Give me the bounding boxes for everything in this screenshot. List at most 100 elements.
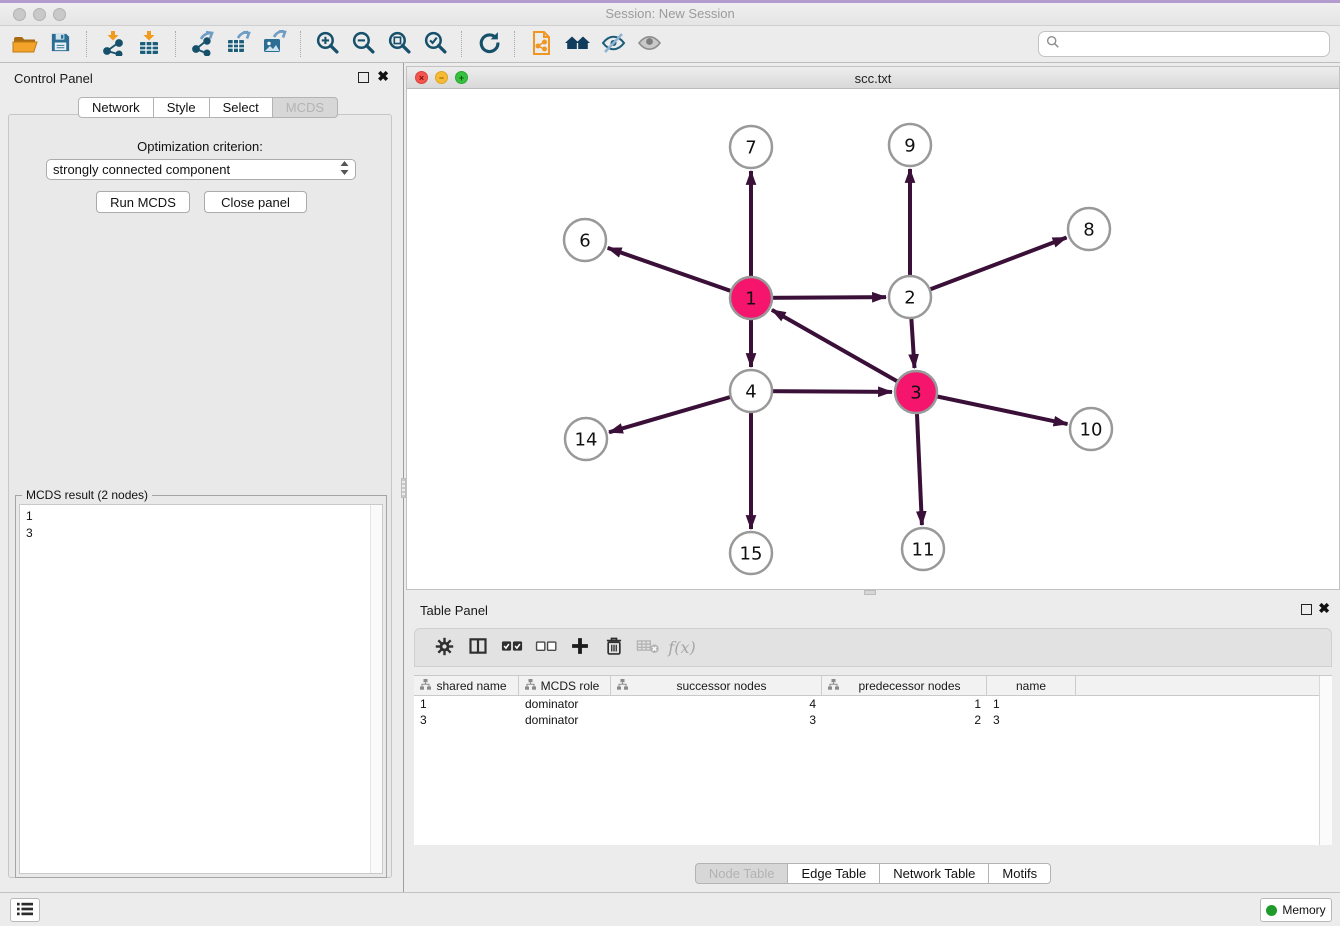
function-builder-button[interactable]: f(x) [665,632,699,664]
zoom-fit-button[interactable] [381,28,417,60]
control-tab-network[interactable]: Network [78,97,154,118]
control-tab-select[interactable]: Select [210,97,273,118]
mcds-panel: Optimization criterion: strongly connect… [8,114,392,878]
open-session-button[interactable] [6,28,42,60]
graph-node-label-11: 11 [912,539,935,560]
column-label: MCDS role [536,679,610,693]
task-history-button[interactable] [10,898,40,922]
status-bar: Memory [0,892,1340,926]
show-hide-columns-button[interactable] [461,632,495,664]
optimization-criterion-select[interactable]: strongly connected component [46,159,356,180]
hide-graphics-details-button[interactable] [595,28,631,60]
list-icon [16,901,34,920]
table-cell[interactable]: 2 [822,712,987,728]
table-cell[interactable]: 4 [611,696,822,712]
toolbar-separator [514,31,515,57]
zoom-out-button[interactable] [345,28,381,60]
plus-icon [570,636,590,659]
table-cell[interactable]: dominator [519,696,611,712]
network-file-icon [528,30,554,59]
column-label: name [993,679,1075,693]
table-cell[interactable]: 1 [987,696,1076,712]
table-cell[interactable]: dominator [519,712,611,728]
table-scrollbar[interactable] [1319,676,1332,845]
mcds-result-line: 3 [26,525,382,542]
toolbar-separator [175,31,176,57]
control-tab-style[interactable]: Style [154,97,210,118]
gear-icon [435,637,454,659]
column-header-name[interactable]: name [987,676,1076,696]
deselect-all-button[interactable] [529,632,563,664]
show-graphics-details-button[interactable] [631,28,667,60]
hierarchy-icon [828,679,839,693]
zoom-fit-icon [387,30,412,58]
table-cell[interactable]: 1 [414,696,519,712]
columns-icon [468,636,488,659]
unchecked-boxes-icon [535,637,557,658]
delete-table-button[interactable] [631,632,665,664]
run-mcds-button[interactable]: Run MCDS [96,191,190,213]
table-row[interactable]: 1dominator411 [414,696,1332,712]
table-panel-title: Table Panel [420,603,488,618]
import-table-button[interactable] [131,28,167,60]
main-toolbar [0,26,1340,63]
table-cell[interactable]: 3 [987,712,1076,728]
graph-edge-3-1[interactable] [772,310,916,392]
control-panel-header: Control Panel ✖ [0,63,401,93]
table-panel: Table Panel ✖ f(x) shared name MCDS roles… [406,595,1340,892]
add-column-button[interactable] [563,632,597,664]
memory-button[interactable]: Memory [1260,898,1332,922]
graph-edge-2-8[interactable] [910,238,1067,297]
memory-label: Memory [1282,903,1325,917]
import-network-button[interactable] [95,28,131,60]
graph-node-label-14: 14 [575,429,598,450]
network-window-title: scc.txt [407,71,1339,86]
delete-table-icon [636,636,660,659]
column-header-shared-name[interactable]: shared name [414,676,519,696]
mcds-result-title: MCDS result (2 nodes) [22,488,152,502]
control-tab-mcds[interactable]: MCDS [273,97,338,118]
search-input[interactable] [1065,37,1329,52]
column-header-MCDS-role[interactable]: MCDS role [519,676,611,696]
export-image-button[interactable] [256,28,292,60]
export-table-button[interactable] [220,28,256,60]
select-stepper-icon [340,161,349,178]
zoom-selected-button[interactable] [417,28,453,60]
select-all-button[interactable] [495,632,529,664]
table-tab-motifs[interactable]: Motifs [989,863,1051,884]
graph-edge-1-6[interactable] [608,248,751,298]
table-header-row: shared name MCDS rolesuccessor nodesprede… [414,676,1332,696]
graph-node-label-10: 10 [1080,419,1103,440]
refresh-view-button[interactable] [470,28,506,60]
result-scrollbar[interactable] [370,505,382,873]
control-panel: Control Panel ✖ NetworkStyleSelectMCDS O… [0,63,401,892]
table-panel-tabs: Node TableEdge TableNetwork TableMotifs [406,863,1340,884]
column-header-predecessor-nodes[interactable]: predecessor nodes [822,676,987,696]
search-field[interactable] [1038,31,1330,57]
network-canvas[interactable]: 1234678910111415 [407,89,1339,589]
table-tab-network-table[interactable]: Network Table [880,863,989,884]
table-tab-edge-table[interactable]: Edge Table [788,863,880,884]
close-panel-button[interactable]: Close panel [204,191,307,213]
table-cell[interactable]: 3 [414,712,519,728]
refresh-icon [476,30,501,58]
graph-node-label-3: 3 [910,382,921,403]
close-panel-icon[interactable]: ✖ [1318,601,1330,615]
float-panel-icon[interactable] [358,72,369,83]
float-panel-icon[interactable] [1301,604,1312,615]
table-tab-node-table[interactable]: Node Table [695,863,789,884]
export-network-button[interactable] [184,28,220,60]
column-header-successor-nodes[interactable]: successor nodes [611,676,822,696]
delete-columns-button[interactable] [597,632,631,664]
mcds-result-textarea[interactable]: 13 [19,504,383,874]
save-session-button[interactable] [42,28,78,60]
network-from-file-button[interactable] [523,28,559,60]
table-cell[interactable]: 3 [611,712,822,728]
table-row[interactable]: 3dominator323 [414,712,1332,728]
table-options-gear-button[interactable] [427,632,461,664]
reset-view-button[interactable] [559,28,595,60]
zoom-in-button[interactable] [309,28,345,60]
graph-edge-3-10[interactable] [916,392,1068,424]
close-panel-icon[interactable]: ✖ [377,69,389,83]
table-cell[interactable]: 1 [822,696,987,712]
